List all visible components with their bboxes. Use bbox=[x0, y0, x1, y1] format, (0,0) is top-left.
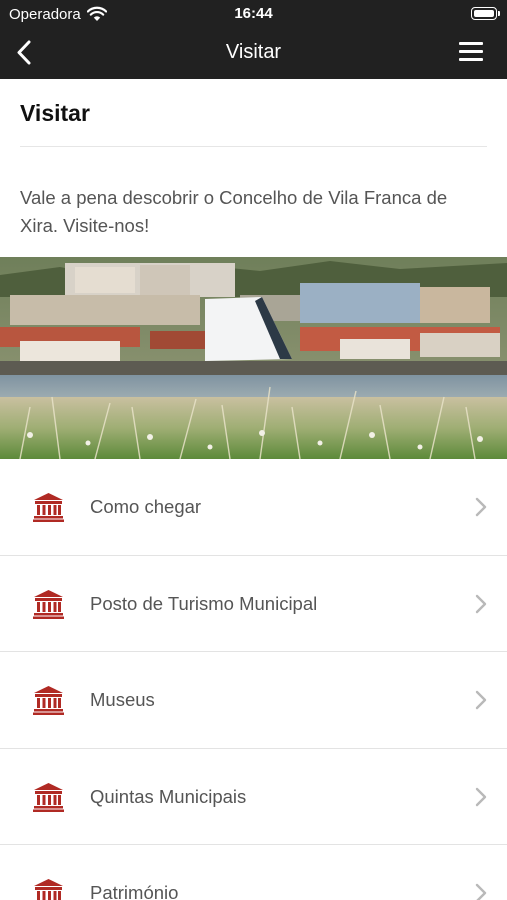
museum-building-icon bbox=[33, 686, 64, 715]
chevron-right-icon bbox=[475, 787, 487, 806]
status-bar: Operadora 16:44 bbox=[0, 0, 507, 28]
list-item-como-chegar[interactable]: Como chegar bbox=[0, 459, 507, 556]
navigation-bar: Visitar bbox=[0, 28, 507, 79]
list-item-label: Como chegar bbox=[90, 496, 202, 517]
list-item-label: Património bbox=[90, 882, 179, 900]
list-item-label: Posto de Turismo Municipal bbox=[90, 592, 318, 614]
chevron-right-icon bbox=[475, 690, 487, 710]
list-item-museus[interactable]: Museus bbox=[0, 652, 507, 749]
list-item-label: Museus bbox=[90, 689, 155, 710]
list-item-posto-de-turismo[interactable]: Posto de Turismo Municipal bbox=[0, 555, 507, 652]
hamburger-menu-icon bbox=[459, 42, 483, 45]
nav-title: Visitar bbox=[225, 41, 282, 63]
hero-image bbox=[0, 257, 507, 459]
museum-building-icon bbox=[33, 782, 64, 812]
visit-menu-list: Como chegar Posto de Turismo Municipal M bbox=[0, 459, 507, 900]
menu-button[interactable] bbox=[459, 42, 483, 62]
museum-building-icon bbox=[33, 493, 64, 522]
list-item-patrimonio[interactable]: Património bbox=[0, 845, 507, 900]
museum-building-icon bbox=[34, 879, 63, 900]
title-divider bbox=[20, 146, 487, 147]
chevron-right-icon bbox=[475, 594, 487, 613]
list-item-label: Quintas Municipais bbox=[90, 785, 247, 807]
chevron-right-icon bbox=[475, 883, 487, 900]
list-item-quintas-municipais[interactable]: Quintas Municipais bbox=[0, 748, 507, 845]
museum-building-icon bbox=[33, 589, 64, 619]
chevron-right-icon bbox=[475, 497, 487, 517]
status-time: 16:44 bbox=[234, 5, 273, 22]
intro-text: Vale a pena descobrir o Concelho de Vila… bbox=[20, 187, 448, 236]
battery-icon bbox=[471, 7, 500, 20]
page-title: Visitar bbox=[20, 100, 90, 126]
top-bar: Operadora 16:44 Visitar bbox=[0, 0, 507, 79]
